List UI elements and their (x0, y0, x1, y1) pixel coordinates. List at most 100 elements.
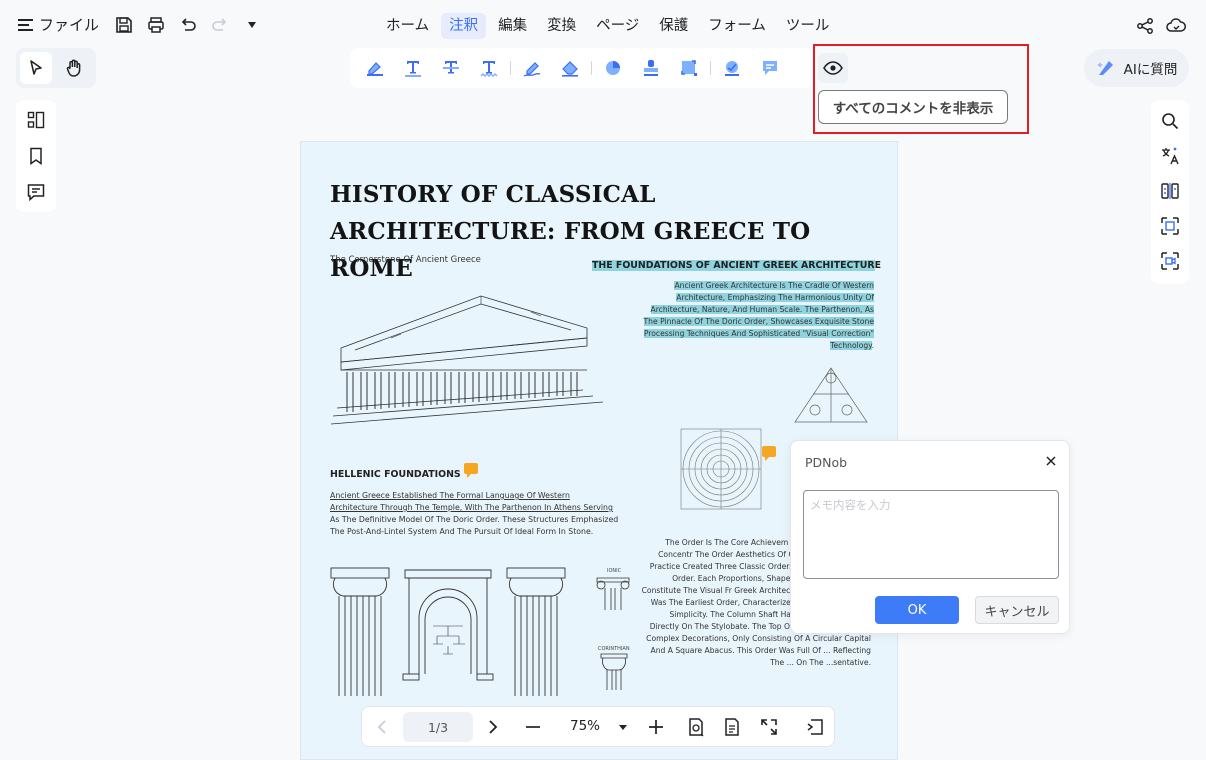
area-icon (681, 60, 697, 76)
thumbnail-panel-button[interactable] (24, 108, 48, 132)
crop-button[interactable] (1158, 214, 1182, 238)
text-squiggly-icon (480, 61, 498, 77)
triangle-diagram (794, 367, 868, 423)
fullscreen-button[interactable] (758, 716, 780, 738)
zoom-out-button[interactable] (522, 716, 544, 738)
foundations-paragraph[interactable]: Ancient Greek Architecture Is The Cradle… (635, 280, 874, 352)
page-layout-button[interactable] (721, 716, 743, 738)
bookmark-icon (30, 147, 42, 165)
hamburger-icon (18, 18, 33, 31)
zoom-dropdown-icon[interactable] (619, 725, 627, 730)
hellenic-heading: HELLENIC FOUNDATIONS (330, 469, 461, 480)
foundations-heading[interactable]: THE FOUNDATIONS OF ANCIENT GREEK ARCHITE… (592, 260, 881, 271)
hand-tool-button[interactable] (58, 52, 90, 84)
highlighted-text[interactable]: Ancient Greek Architecture Is The Cradle… (643, 281, 874, 350)
cloud-icon[interactable] (1164, 14, 1188, 38)
annotation-toolbar (350, 48, 812, 88)
share-icon[interactable] (1133, 14, 1157, 38)
bookmark-panel-button[interactable] (24, 144, 48, 168)
eraser-tool-button[interactable] (555, 53, 585, 83)
text-strikethrough-icon (443, 61, 459, 74)
hellenic-paragraph[interactable]: Ancient Greece Established The Formal La… (330, 490, 620, 538)
zoom-level[interactable]: 75% (570, 718, 600, 734)
toolbar-separator (710, 61, 711, 75)
pen-icon (523, 62, 541, 77)
heading-tail: E (874, 260, 882, 271)
quick-access-dropdown-icon[interactable] (241, 14, 263, 36)
print-icon[interactable] (145, 14, 167, 36)
menu-home[interactable]: ホーム (378, 13, 437, 39)
menu-tools[interactable]: ツール (778, 13, 838, 39)
ask-ai-button[interactable]: AIに質問 (1084, 49, 1189, 87)
shape-icon (606, 61, 620, 75)
expand-icon (761, 719, 777, 735)
text-strikethrough-tool-button[interactable] (436, 53, 466, 83)
previous-page-button[interactable] (371, 716, 393, 738)
undo-icon[interactable] (177, 14, 199, 36)
file-menu-label: ファイル (39, 16, 100, 34)
underlined-text[interactable]: Ancient Greece Established The Formal La… (330, 491, 613, 512)
comment-icon (763, 61, 777, 75)
comment-popup: PDNob OK キャンセル (790, 440, 1070, 634)
highlighted-text[interactable]: THE FOUNDATIONS OF ANCIENT GREEK ARCHITE… (592, 260, 875, 271)
thumbnail-icon (27, 111, 45, 129)
spiral-diagram (680, 428, 762, 510)
highlighter-icon (367, 62, 383, 76)
parthenon-illustration (331, 295, 603, 425)
comment-panel-button[interactable] (24, 180, 48, 204)
pen-tool-button[interactable] (517, 53, 547, 83)
screen-record-button[interactable] (1158, 249, 1182, 273)
file-menu-button[interactable]: ファイル (18, 14, 99, 35)
ask-ai-label: AIに質問 (1123, 62, 1178, 78)
redo-icon[interactable] (209, 14, 231, 36)
search-icon (1162, 113, 1179, 130)
menu-protect[interactable]: 保護 (651, 13, 696, 39)
compare-icon (1161, 183, 1179, 199)
text-underline-tool-button[interactable] (398, 53, 428, 83)
stamp-icon (644, 60, 658, 76)
menu-page[interactable]: ページ (588, 13, 647, 39)
text-squiggly-tool-button[interactable] (474, 53, 504, 83)
toolbar-separator (591, 61, 592, 75)
highlight-tool-button[interactable] (360, 53, 390, 83)
select-tool-button[interactable] (20, 52, 52, 84)
collapse-panel-button[interactable] (804, 716, 826, 738)
chevron-right-icon (489, 720, 498, 734)
popup-title: PDNob (805, 455, 848, 470)
stamp-tool-button[interactable] (636, 53, 666, 83)
ok-button[interactable]: OK (875, 596, 959, 624)
sticky-note-icon[interactable] (762, 446, 776, 461)
paragraph-rest: As The Definitive Model Of The Doric Ord… (330, 515, 619, 536)
main-menu: ホーム 注釈 編集 変換 ページ 保護 フォーム ツール (378, 13, 837, 39)
page-indicator[interactable]: 1/3 (403, 712, 473, 742)
eraser-icon (562, 61, 578, 77)
menu-edit[interactable]: 編集 (490, 13, 535, 39)
close-icon[interactable] (1043, 453, 1059, 469)
next-page-button[interactable] (482, 716, 504, 738)
fit-page-button[interactable] (685, 716, 707, 738)
cancel-button[interactable]: キャンセル (975, 596, 1059, 624)
shape-tool-button[interactable] (598, 53, 628, 83)
text-underline-icon (405, 61, 421, 77)
panel-toggle-icon (807, 719, 823, 735)
save-icon[interactable] (113, 14, 135, 36)
callout-highlight-box (813, 44, 1029, 134)
menu-convert[interactable]: 変換 (539, 13, 584, 39)
compare-button[interactable] (1158, 179, 1182, 203)
hand-icon (66, 59, 81, 77)
sticky-note-icon[interactable] (464, 463, 478, 478)
comment-input[interactable] (803, 490, 1059, 579)
signature-tool-button[interactable] (717, 53, 747, 83)
paragraph-tail: . (871, 341, 874, 350)
translate-button[interactable] (1158, 144, 1182, 168)
bottom-navigation-bar: 1/3 75% (361, 706, 835, 747)
search-button[interactable] (1158, 109, 1182, 133)
ionic-column-icon (596, 577, 630, 610)
area-tool-button[interactable] (674, 53, 704, 83)
right-sidebar (1151, 100, 1189, 284)
menu-form[interactable]: フォーム (700, 13, 774, 39)
menu-annotate[interactable]: 注釈 (441, 13, 487, 39)
cursor-icon (30, 60, 42, 75)
zoom-in-button[interactable] (645, 716, 667, 738)
comment-tool-button[interactable] (755, 53, 785, 83)
